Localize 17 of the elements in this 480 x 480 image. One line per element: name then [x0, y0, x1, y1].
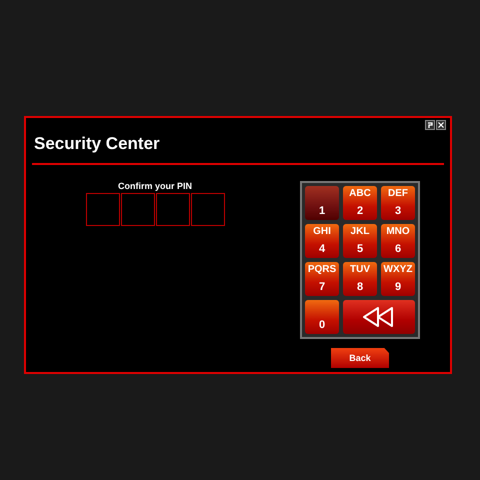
window-title: Security Center [33, 133, 160, 155]
keypad-key[interactable]: MNO 6 [381, 224, 415, 258]
keypad-key[interactable]: 0 [305, 300, 339, 334]
pin-label: Confirm your PIN [118, 181, 192, 191]
keypad-key[interactable]: JKL 5 [343, 224, 377, 258]
keypad-key[interactable]: GHI 4 [305, 224, 339, 258]
help-icon[interactable] [425, 120, 435, 130]
back-button[interactable]: Back [331, 348, 389, 368]
backspace-key[interactable] [343, 300, 415, 334]
keypad-key[interactable]: WXYZ 9 [381, 262, 415, 296]
keypad-key[interactable]: PQRS 7 [305, 262, 339, 296]
keypad-key[interactable]: 1 [305, 186, 339, 220]
keypad-key[interactable]: ABC 2 [343, 186, 377, 220]
keypad-key[interactable]: DEF 3 [381, 186, 415, 220]
keypad-key[interactable]: TUV 8 [343, 262, 377, 296]
double-left-arrow-icon [362, 306, 396, 328]
close-icon[interactable] [436, 120, 446, 130]
